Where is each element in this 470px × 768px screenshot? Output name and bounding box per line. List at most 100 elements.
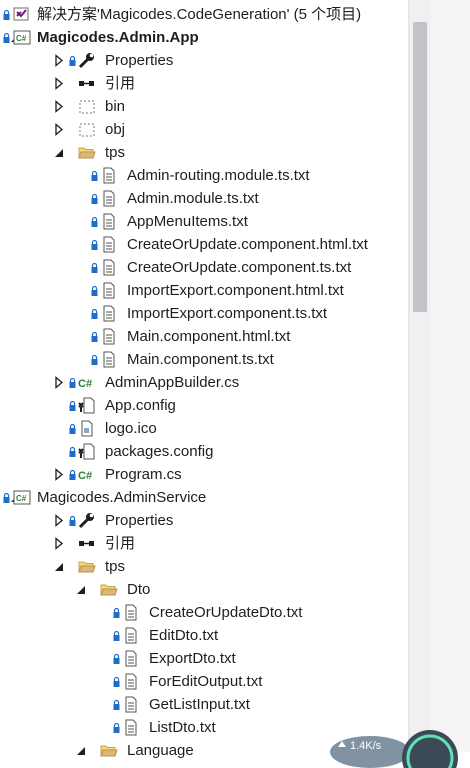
tree-item-label: ImportExport.component.ts.txt (127, 305, 328, 322)
tree-item-label: tps (105, 558, 126, 575)
csharp-project-icon: C# (13, 489, 31, 506)
chevron-collapsed-icon[interactable] (54, 514, 64, 527)
tree-item-label: Admin-routing.module.ts.txt (127, 167, 310, 184)
tree-item-properties-1[interactable]: Properties (0, 49, 408, 72)
tree-item-label: App.config (105, 397, 176, 414)
chevron-collapsed-icon[interactable] (54, 468, 64, 481)
lock-icon (69, 514, 76, 526)
tree-item-label: logo.ico (105, 420, 157, 437)
tree-item-f6[interactable]: ImportExport.component.html.txt (0, 279, 408, 302)
tree-item-references-2[interactable]: 引用 (0, 532, 408, 555)
tree-item-f8[interactable]: Main.component.html.txt (0, 325, 408, 348)
tree-item-bin[interactable]: bin (0, 95, 408, 118)
tree-item-logo[interactable]: logo.ico (0, 417, 408, 440)
chevron-collapsed-icon[interactable] (54, 537, 64, 550)
tree-item-f5[interactable]: CreateOrUpdate.component.ts.txt (0, 256, 408, 279)
lock-icon (69, 468, 76, 480)
chevron-expanded-icon[interactable] (76, 744, 86, 757)
tree-item-label: 引用 (105, 75, 136, 92)
scrollbar-thumb[interactable] (413, 22, 427, 312)
tree-item-d3[interactable]: ExportDto.txt (0, 647, 408, 670)
chevron-collapsed-icon[interactable] (54, 376, 64, 389)
tree-item-label: EditDto.txt (149, 627, 219, 644)
tree-item-d2[interactable]: EditDto.txt (0, 624, 408, 647)
lock-icon (91, 261, 98, 273)
tree-item-label: Dto (127, 581, 151, 598)
ico-file-icon (78, 420, 96, 437)
tree-item-adminappbuilder[interactable]: C# AdminAppBuilder.cs (0, 371, 408, 394)
lock-icon (91, 215, 98, 227)
tree-item-project-adminservice[interactable]: C# Magicodes.AdminService (0, 486, 408, 509)
tree-item-label: bin (105, 98, 126, 115)
file-icon (100, 351, 118, 368)
lock-icon (113, 652, 120, 664)
tree-item-references-1[interactable]: 引用 (0, 72, 408, 95)
folder-open-icon (100, 581, 118, 598)
folder-open-icon (78, 558, 96, 575)
right-gutter (430, 0, 470, 752)
tree-item-label: CreateOrUpdateDto.txt (149, 604, 303, 621)
lock-icon (113, 675, 120, 687)
file-icon (122, 604, 140, 621)
tree-item-label: ImportExport.component.html.txt (127, 282, 344, 299)
lock-icon (69, 422, 76, 434)
tree-item-f4[interactable]: CreateOrUpdate.component.html.txt (0, 233, 408, 256)
file-icon (100, 236, 118, 253)
tree-item-obj[interactable]: obj (0, 118, 408, 141)
tree-item-label: 引用 (105, 535, 136, 552)
chevron-expanded-icon[interactable] (76, 583, 86, 596)
lock-icon (91, 192, 98, 204)
lock-icon (69, 376, 76, 388)
csharp-file-icon: C# (78, 374, 96, 391)
lock-icon (91, 238, 98, 250)
svg-text:C#: C# (78, 378, 92, 390)
file-icon (122, 696, 140, 713)
tree-item-label: ListDto.txt (149, 719, 216, 736)
solution-explorer-tree: 解决方案'Magicodes.CodeGeneration' (5 个项目) C#… (0, 0, 408, 759)
tree-item-label: tps (105, 144, 126, 161)
file-icon (100, 213, 118, 230)
chevron-collapsed-icon[interactable] (54, 123, 64, 136)
tree-item-f7[interactable]: ImportExport.component.ts.txt (0, 302, 408, 325)
tree-item-properties-2[interactable]: Properties (0, 509, 408, 532)
tree-item-d4[interactable]: ForEditOutput.txt (0, 670, 408, 693)
csharp-file-icon: C# (78, 466, 96, 483)
file-icon (122, 719, 140, 736)
lock-icon (113, 629, 120, 641)
tree-item-f1[interactable]: Admin-routing.module.ts.txt (0, 164, 408, 187)
file-icon (100, 259, 118, 276)
lock-icon (69, 399, 76, 411)
tree-item-tps-2[interactable]: tps (0, 555, 408, 578)
tree-item-label: CreateOrUpdate.component.ts.txt (127, 259, 352, 276)
tree-item-program[interactable]: C# Program.cs (0, 463, 408, 486)
lock-icon (91, 169, 98, 181)
references-icon (78, 535, 96, 552)
network-speed-widget (330, 730, 458, 768)
tree-item-f3[interactable]: AppMenuItems.txt (0, 210, 408, 233)
chevron-expanded-icon[interactable] (54, 560, 64, 573)
tree-item-label: Main.component.html.txt (127, 328, 291, 345)
tree-item-label: Main.component.ts.txt (127, 351, 274, 368)
tree-item-label: GetListInput.txt (149, 696, 250, 713)
tree-item-label: Properties (105, 512, 174, 529)
tree-item-solution[interactable]: 解决方案'Magicodes.CodeGeneration' (5 个项目) (0, 3, 408, 26)
tree-item-appconfig[interactable]: App.config (0, 394, 408, 417)
chevron-collapsed-icon[interactable] (54, 100, 64, 113)
tree-item-dto[interactable]: Dto (0, 578, 408, 601)
tree-item-label: ExportDto.txt (149, 650, 236, 667)
tree-item-packagesconfig[interactable]: packages.config (0, 440, 408, 463)
chevron-collapsed-icon[interactable] (54, 77, 64, 90)
tree-item-f9[interactable]: Main.component.ts.txt (0, 348, 408, 371)
file-icon (100, 282, 118, 299)
tree-item-d1[interactable]: CreateOrUpdateDto.txt (0, 601, 408, 624)
config-icon (78, 397, 96, 414)
tree-item-f2[interactable]: Admin.module.ts.txt (0, 187, 408, 210)
tree-item-label: CreateOrUpdate.component.html.txt (127, 236, 368, 253)
chevron-collapsed-icon[interactable] (54, 54, 64, 67)
tree-item-label: Language (127, 742, 194, 759)
tree-item-d5[interactable]: GetListInput.txt (0, 693, 408, 716)
tree-item-tps-1[interactable]: tps (0, 141, 408, 164)
chevron-expanded-icon[interactable] (54, 146, 64, 159)
tree-item-project-admin-app[interactable]: C# Magicodes.Admin.App (0, 26, 408, 49)
tree-item-label: Program.cs (105, 466, 182, 483)
